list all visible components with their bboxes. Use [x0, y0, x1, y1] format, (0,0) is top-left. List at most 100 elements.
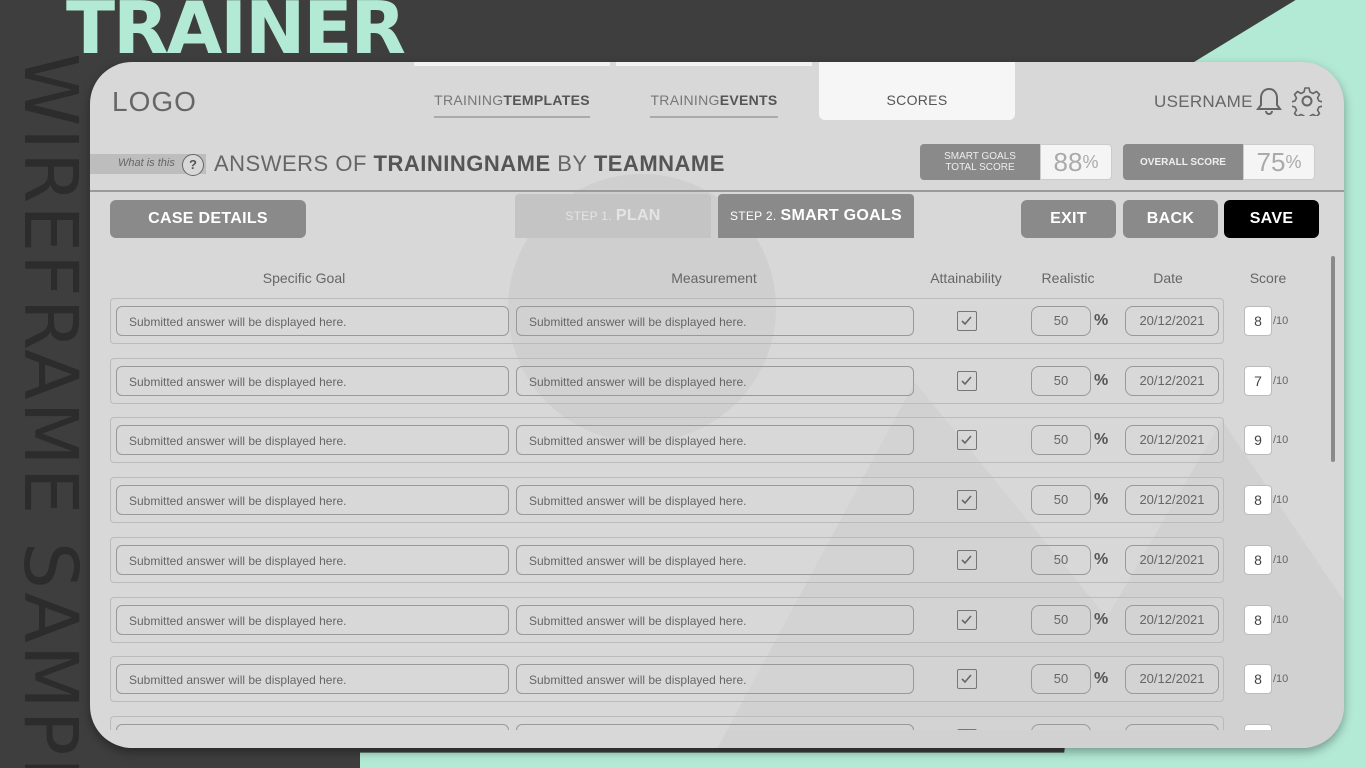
specific-goal-answer: Submitted answer will be displayed here. — [116, 544, 509, 575]
score-input[interactable]: 8 — [1244, 664, 1272, 695]
attainability-checkbox[interactable] — [957, 370, 977, 391]
tab-prefix: TRAINING — [650, 92, 720, 108]
score-input[interactable]: 8 — [1244, 604, 1272, 635]
score-input[interactable] — [1244, 723, 1272, 730]
tab-bold: EVENTS — [719, 92, 778, 108]
realistic-input[interactable]: 50 — [1031, 365, 1091, 396]
username[interactable]: USERNAME — [1154, 92, 1253, 112]
specific-goal-answer: Submitted answer will be displayed here. — [116, 365, 509, 396]
measurement-answer: Submitted answer will be displayed here. — [516, 365, 914, 396]
score-max: /10 — [1273, 494, 1289, 507]
check-icon — [961, 495, 972, 505]
smart-goals-score-label: SMART GOALS TOTAL SCORE — [920, 144, 1040, 180]
attainability-checkbox[interactable] — [957, 311, 977, 331]
score-input[interactable]: 8 — [1244, 544, 1272, 575]
score-max: /10 — [1273, 315, 1289, 327]
tab-bold: SCORES — [886, 92, 948, 108]
tab-training-events[interactable]: TRAINING EVENTS — [616, 62, 812, 120]
score-percent: % — [1082, 151, 1099, 172]
measurement-answer: Submitted answer will be displayed here. — [516, 425, 914, 456]
realistic-input[interactable]: 50 — [1031, 604, 1091, 635]
attainability-checkbox[interactable] — [957, 430, 977, 451]
score-max: /10 — [1273, 434, 1289, 447]
realistic-input[interactable] — [1031, 723, 1091, 730]
percent-sign: % — [1094, 670, 1109, 688]
attainability-checkbox[interactable] — [957, 669, 977, 690]
date-input[interactable]: 20/12/2021 — [1125, 664, 1219, 695]
score-percent: % — [1285, 151, 1302, 172]
back-button[interactable]: BACK — [1123, 200, 1218, 238]
date-input[interactable]: 20/12/2021 — [1125, 365, 1219, 396]
measurement-answer: Submitted answer will be displayed here. — [516, 604, 914, 635]
check-icon — [961, 376, 972, 385]
score-number: 75 — [1256, 146, 1286, 177]
column-header-score: Score — [1249, 270, 1287, 286]
percent-sign: % — [1094, 491, 1109, 509]
step-prefix: STEP 1. — [565, 209, 612, 223]
bell-icon[interactable] — [1256, 86, 1282, 116]
specific-goal-answer: Submitted answer will be displayed here. — [116, 604, 509, 635]
save-button[interactable]: SAVE — [1224, 200, 1319, 238]
step-2-smart-goals-tab[interactable]: STEP 2. SMART GOALS — [718, 194, 914, 238]
app-title: TRAINER — [66, 0, 406, 70]
score-label-line: SMART GOALS — [944, 151, 1016, 162]
attainability-checkbox[interactable] — [957, 549, 977, 570]
overall-score-label: OVERALL SCORE — [1123, 144, 1243, 180]
score-input[interactable]: 9 — [1244, 425, 1272, 456]
table-row: Submitted answer will be displayed here.… — [110, 656, 1288, 703]
specific-goal-answer: Submitted answer will be displayed here. — [116, 664, 509, 695]
score-input[interactable]: 8 — [1244, 485, 1272, 516]
check-icon — [961, 316, 972, 326]
specific-goal-answer: Submitted answer will be displayed here. — [116, 485, 509, 516]
specific-goal-answer: Submitted answer will be displayed here. — [116, 306, 509, 336]
overall-score: OVERALL SCORE 75% — [1123, 144, 1315, 180]
measurement-answer: Submitted answer will be displayed here. — [516, 664, 914, 695]
table-row: Submitted answer will be displayed here.… — [110, 477, 1288, 524]
score-max: /10 — [1273, 374, 1289, 387]
realistic-input[interactable]: 50 — [1031, 306, 1091, 336]
logo: LOGO — [112, 86, 197, 117]
scrollbar[interactable] — [1331, 256, 1335, 462]
table-row: Submitted answer will be displayed here.… — [110, 417, 1288, 464]
measurement-answer — [516, 723, 914, 730]
gear-icon[interactable] — [1292, 86, 1322, 116]
title-by: BY — [550, 151, 594, 176]
table-row: %/10 — [110, 715, 1272, 730]
smart-goals-total-score: SMART GOALS TOTAL SCORE 88% — [920, 144, 1112, 180]
date-input[interactable]: 20/12/2021 — [1125, 425, 1219, 456]
tab-training-templates[interactable]: TRAINING TEMPLATES — [414, 62, 610, 120]
attainability-checkbox[interactable] — [957, 728, 977, 730]
realistic-input[interactable]: 50 — [1031, 544, 1091, 575]
table-row: Submitted answer will be displayed here.… — [110, 596, 1288, 643]
percent-sign: % — [1094, 371, 1109, 389]
realistic-input[interactable]: 50 — [1031, 485, 1091, 516]
step-1-plan-tab[interactable]: STEP 1. PLAN — [515, 194, 711, 238]
table-row: Submitted answer will be displayed here.… — [110, 536, 1288, 583]
date-input[interactable]: 20/12/2021 — [1125, 485, 1219, 516]
attainability-checkbox[interactable] — [957, 609, 977, 630]
column-header-measurement: Measurement — [671, 270, 757, 286]
tab-prefix: TRAINING — [434, 92, 504, 108]
score-input[interactable]: 7 — [1244, 365, 1272, 396]
date-input[interactable] — [1125, 723, 1219, 730]
page-title: ANSWERS OF TRAININGNAME BY TEAMNAME — [214, 151, 725, 177]
tab-scores[interactable]: SCORES — [819, 62, 1015, 120]
attainability-checkbox[interactable] — [957, 490, 977, 511]
realistic-input[interactable]: 50 — [1031, 664, 1091, 695]
date-input[interactable]: 20/12/2021 — [1125, 544, 1219, 575]
measurement-answer: Submitted answer will be displayed here. — [516, 544, 914, 575]
percent-sign: % — [1094, 610, 1109, 628]
percent-sign: % — [1094, 550, 1109, 568]
team-name: TEAMNAME — [593, 151, 725, 176]
date-input[interactable]: 20/12/2021 — [1125, 306, 1219, 336]
step-label: SMART GOALS — [780, 207, 903, 224]
score-input[interactable]: 8 — [1244, 306, 1272, 336]
exit-button[interactable]: EXIT — [1021, 200, 1116, 238]
column-header-realistic: Realistic — [1041, 270, 1095, 286]
step-label: PLAN — [615, 207, 661, 224]
case-details-button[interactable]: CASE DETAILS — [110, 200, 306, 238]
check-icon — [961, 555, 972, 564]
date-input[interactable]: 20/12/2021 — [1125, 604, 1219, 635]
help-icon[interactable]: ? — [182, 154, 204, 176]
realistic-input[interactable]: 50 — [1031, 425, 1091, 456]
